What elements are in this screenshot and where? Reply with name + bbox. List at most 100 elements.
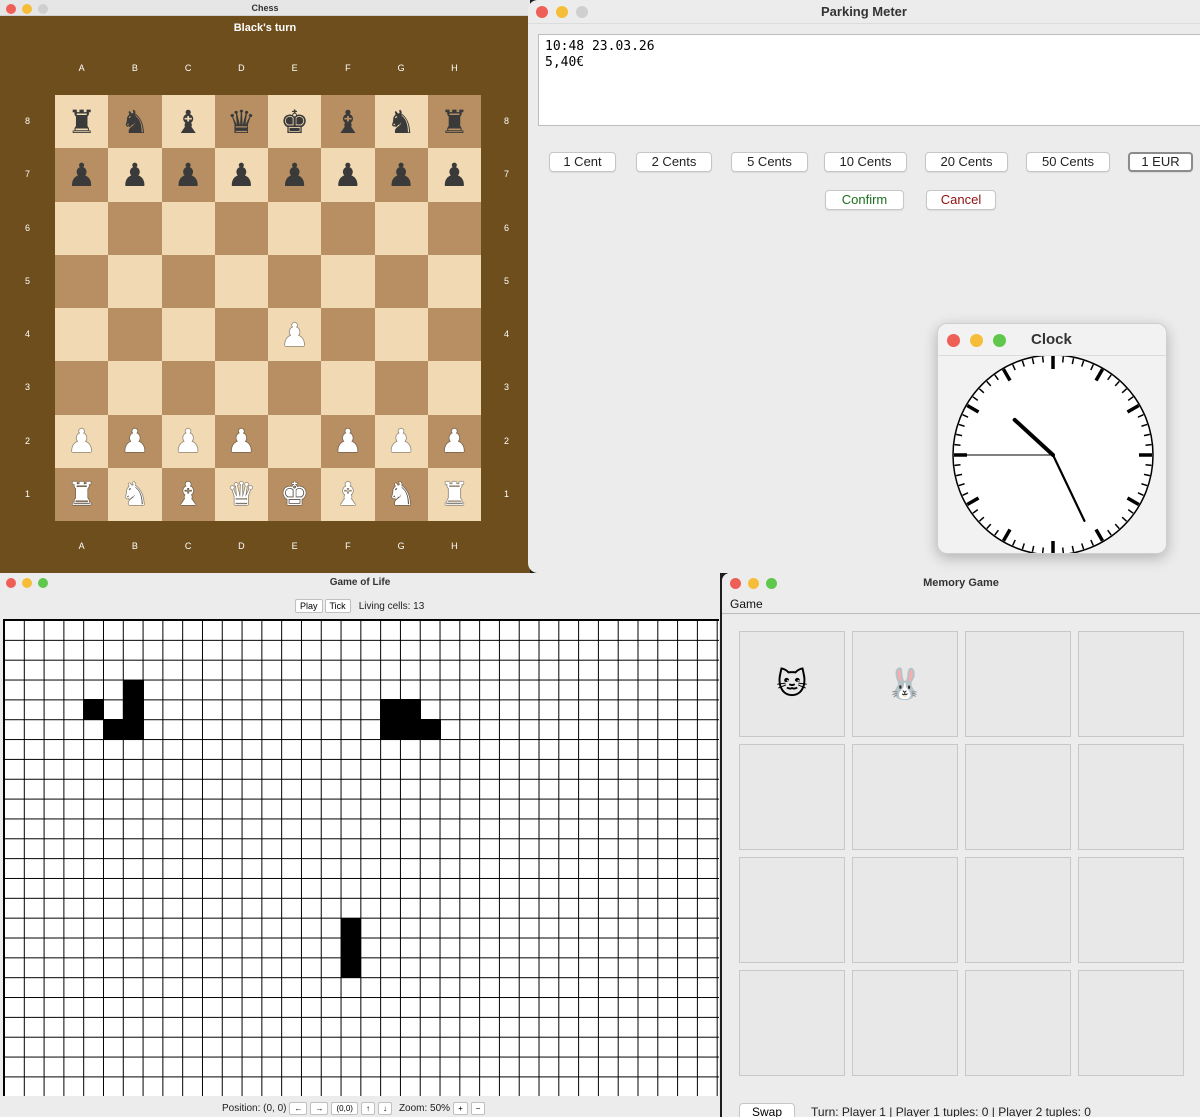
zoom-icon[interactable] <box>993 334 1006 347</box>
zoom-icon[interactable] <box>38 4 48 14</box>
chess-square-d1[interactable]: ♛ <box>214 467 268 521</box>
chess-square-d5[interactable] <box>214 254 268 308</box>
chess-square-e6[interactable] <box>268 201 322 255</box>
minimize-icon[interactable] <box>22 4 32 14</box>
close-icon[interactable] <box>730 578 741 589</box>
memory-card-hidden[interactable] <box>852 970 958 1076</box>
chess-square-f2[interactable]: ♟ <box>321 414 375 468</box>
close-icon[interactable] <box>947 334 960 347</box>
white-pawn-icon[interactable]: ♟ <box>227 422 256 460</box>
black-bishop-icon[interactable]: ♝ <box>174 103 203 141</box>
memory-card-hidden[interactable] <box>965 970 1071 1076</box>
chess-square-e1[interactable]: ♚ <box>268 467 322 521</box>
live-cell[interactable] <box>103 719 124 741</box>
memory-card-hidden[interactable] <box>1078 744 1184 850</box>
chess-square-a8[interactable]: ♜ <box>55 95 109 149</box>
black-king-icon[interactable]: ♚ <box>280 103 309 141</box>
minimize-icon[interactable] <box>22 578 32 588</box>
minimize-icon[interactable] <box>748 578 759 589</box>
play-button[interactable]: Play <box>295 599 323 613</box>
white-king-icon[interactable]: ♚ <box>280 475 309 513</box>
white-pawn-icon[interactable]: ♟ <box>174 422 203 460</box>
chess-square-f4[interactable] <box>321 308 375 362</box>
tick-button[interactable]: Tick <box>324 599 351 613</box>
chess-square-h8[interactable]: ♜ <box>427 95 481 149</box>
chess-square-d4[interactable] <box>214 308 268 362</box>
chess-square-f7[interactable]: ♟ <box>321 148 375 202</box>
chess-square-g4[interactable] <box>374 308 428 362</box>
chess-square-c7[interactable]: ♟ <box>161 148 215 202</box>
memory-card-hidden[interactable] <box>852 857 958 963</box>
chess-square-h2[interactable]: ♟ <box>427 414 481 468</box>
black-pawn-icon[interactable]: ♟ <box>280 156 309 194</box>
chess-square-c3[interactable] <box>161 361 215 415</box>
zoom-out-button[interactable]: − <box>470 1102 486 1115</box>
memory-card-hidden[interactable] <box>965 857 1071 963</box>
chess-square-h5[interactable] <box>427 254 481 308</box>
live-cell[interactable] <box>340 957 362 979</box>
zoom-in-button[interactable]: + <box>453 1102 468 1115</box>
coin-2-cents-button[interactable]: 2 Cents <box>636 152 712 172</box>
black-pawn-icon[interactable]: ♟ <box>121 156 150 194</box>
minimize-icon[interactable] <box>970 334 983 347</box>
chess-square-c5[interactable] <box>161 254 215 308</box>
white-pawn-icon[interactable]: ♟ <box>121 422 150 460</box>
chess-square-a6[interactable] <box>55 201 109 255</box>
memory-card-hidden[interactable] <box>1078 970 1184 1076</box>
cancel-button[interactable]: Cancel <box>926 190 996 210</box>
live-cell[interactable] <box>122 699 144 721</box>
black-rook-icon[interactable]: ♜ <box>440 103 469 141</box>
chess-square-f3[interactable] <box>321 361 375 415</box>
white-bishop-icon[interactable]: ♝ <box>334 475 363 513</box>
chess-square-f6[interactable] <box>321 201 375 255</box>
chess-square-b6[interactable] <box>108 201 162 255</box>
chess-square-d8[interactable]: ♛ <box>214 95 268 149</box>
chess-square-d3[interactable] <box>214 361 268 415</box>
chess-square-a2[interactable]: ♟ <box>55 414 109 468</box>
white-pawn-icon[interactable]: ♟ <box>387 422 416 460</box>
chess-square-g3[interactable] <box>374 361 428 415</box>
zoom-icon[interactable] <box>576 6 588 18</box>
game-menu[interactable]: Game <box>722 595 1200 614</box>
memory-card-revealed[interactable]: 🐰 <box>852 631 958 737</box>
chess-square-h1[interactable]: ♜ <box>427 467 481 521</box>
close-icon[interactable] <box>536 6 548 18</box>
memory-card-revealed[interactable]: 🐱 <box>739 631 845 737</box>
white-knight-icon[interactable]: ♞ <box>121 475 150 513</box>
chess-square-h6[interactable] <box>427 201 481 255</box>
memory-card-hidden[interactable] <box>852 744 958 850</box>
chess-square-c4[interactable] <box>161 308 215 362</box>
memory-card-hidden[interactable] <box>965 744 1071 850</box>
live-cell[interactable] <box>400 699 421 721</box>
close-icon[interactable] <box>6 4 16 14</box>
chess-square-b3[interactable] <box>108 361 162 415</box>
chess-square-e3[interactable] <box>268 361 322 415</box>
chess-square-d6[interactable] <box>214 201 268 255</box>
chess-square-g6[interactable] <box>374 201 428 255</box>
reset-origin-button[interactable]: (0,0) <box>331 1102 358 1115</box>
chess-square-g7[interactable]: ♟ <box>374 148 428 202</box>
chess-square-g1[interactable]: ♞ <box>374 467 428 521</box>
chess-square-d7[interactable]: ♟ <box>214 148 268 202</box>
white-pawn-icon[interactable]: ♟ <box>280 316 309 354</box>
live-cell[interactable] <box>83 699 104 721</box>
memory-card-hidden[interactable] <box>739 857 845 963</box>
chess-square-e2[interactable] <box>268 414 322 468</box>
chess-square-b2[interactable]: ♟ <box>108 414 162 468</box>
chess-square-h4[interactable] <box>427 308 481 362</box>
chess-square-a1[interactable]: ♜ <box>55 467 109 521</box>
black-knight-icon[interactable]: ♞ <box>121 103 150 141</box>
chess-square-f8[interactable]: ♝ <box>321 95 375 149</box>
memory-card-hidden[interactable] <box>1078 857 1184 963</box>
chess-square-f1[interactable]: ♝ <box>321 467 375 521</box>
live-cell[interactable] <box>380 719 401 741</box>
close-icon[interactable] <box>6 578 16 588</box>
memory-card-hidden[interactable] <box>739 744 845 850</box>
white-rook-icon[interactable]: ♜ <box>440 475 469 513</box>
chess-square-a7[interactable]: ♟ <box>55 148 109 202</box>
pan-up-button[interactable]: ↑ <box>360 1102 375 1115</box>
pan-right-button[interactable]: → <box>310 1102 329 1115</box>
white-queen-icon[interactable]: ♛ <box>227 475 256 513</box>
chess-square-a5[interactable] <box>55 254 109 308</box>
chess-square-b5[interactable] <box>108 254 162 308</box>
